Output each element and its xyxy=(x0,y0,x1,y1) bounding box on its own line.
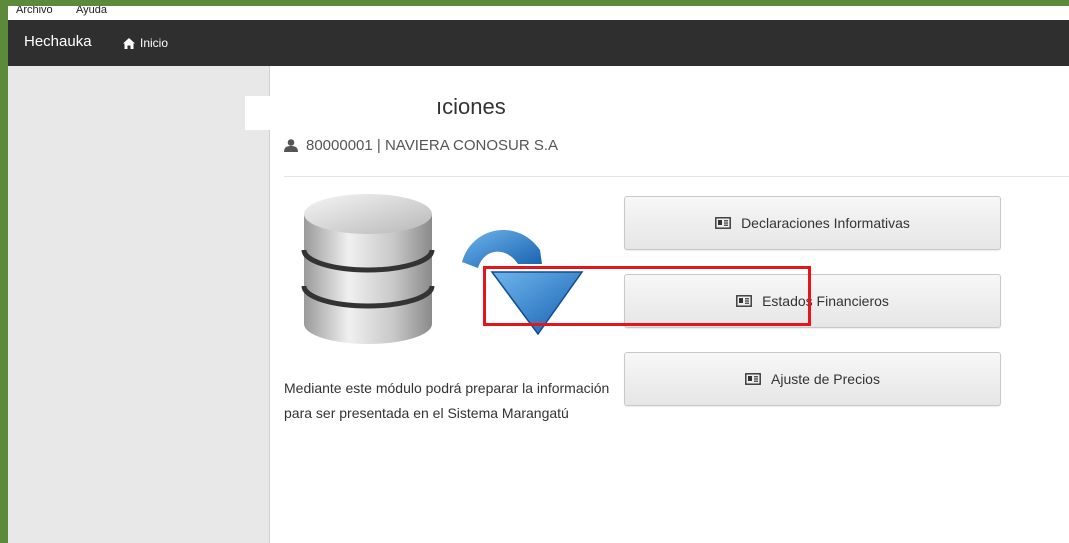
highlight-annotation-box xyxy=(483,266,811,326)
card-icon xyxy=(715,217,731,229)
declaraciones-label: Declaraciones Informativas xyxy=(741,215,910,231)
module-description: Mediante este módulo podrá preparar la i… xyxy=(284,380,610,421)
redaction-patch xyxy=(245,96,445,130)
top-navbar: Hechauka Inicio xyxy=(8,20,1069,66)
nav-home-label: Inicio xyxy=(140,36,169,50)
declaraciones-informativas-button[interactable]: Declaraciones Informativas xyxy=(624,196,1001,250)
user-icon xyxy=(284,139,298,152)
user-info: 80000001 | NAVIERA CONOSUR S.A xyxy=(284,137,558,154)
home-icon xyxy=(123,37,135,49)
menu-ayuda[interactable]: Ayuda xyxy=(76,6,107,16)
ajuste-label: Ajuste de Precios xyxy=(771,371,880,387)
page-title: ıciones xyxy=(436,94,506,119)
menu-bar: Archivo Ayuda xyxy=(8,6,1069,20)
brand-link[interactable]: Hechauka xyxy=(24,33,92,50)
ajuste-de-precios-button[interactable]: Ajuste de Precios xyxy=(624,352,1001,406)
card-icon xyxy=(745,373,761,385)
nav-home-link[interactable]: Inicio xyxy=(123,36,168,50)
divider xyxy=(284,176,1069,177)
menu-archivo[interactable]: Archivo xyxy=(16,6,53,16)
app-window: Archivo Ayuda Hechauka Inicio ıciones 80… xyxy=(8,6,1069,543)
database-icon xyxy=(301,194,435,344)
sidebar xyxy=(8,66,270,543)
user-label: 80000001 | NAVIERA CONOSUR S.A xyxy=(306,137,559,154)
